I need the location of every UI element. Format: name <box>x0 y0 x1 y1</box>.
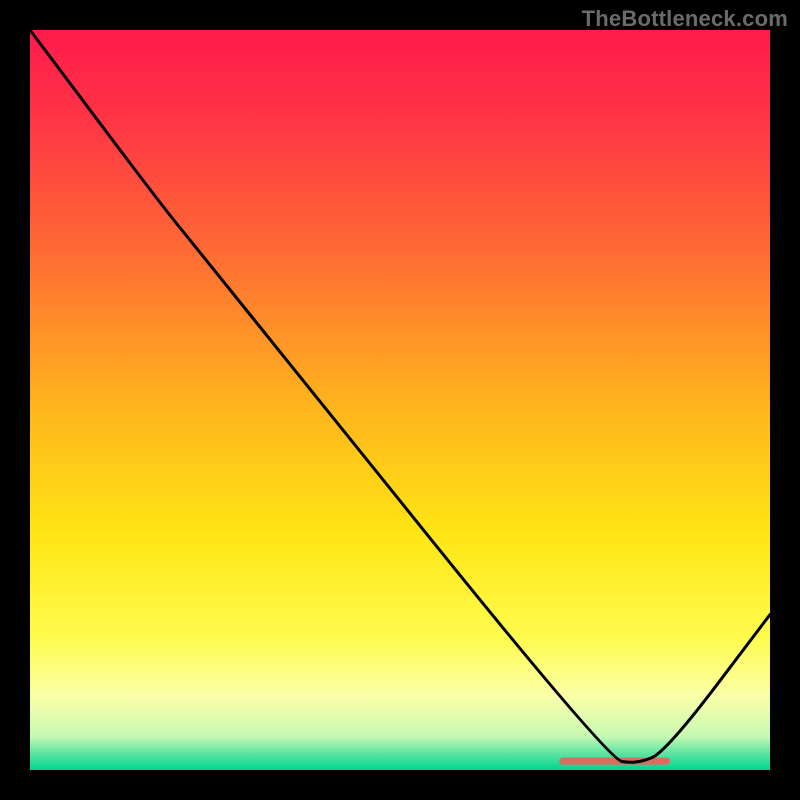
bottleneck-chart <box>0 0 800 800</box>
watermark-label: TheBottleneck.com <box>582 6 788 32</box>
gradient-background <box>30 30 770 770</box>
chart-frame: TheBottleneck.com <box>0 0 800 800</box>
